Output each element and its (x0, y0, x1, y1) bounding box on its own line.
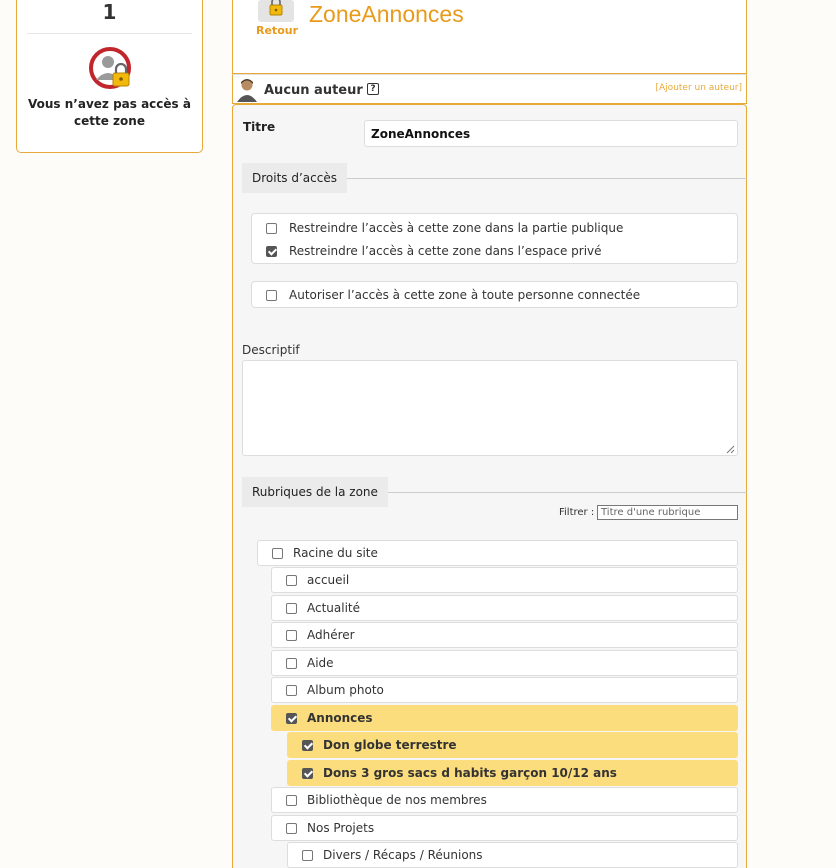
droits-legend: Droits d’accès (242, 163, 347, 193)
option-label: Restreindre l’accès à cette zone dans la… (289, 221, 624, 235)
tree-item[interactable]: Album photo (271, 677, 738, 703)
tree-item-label: accueil (307, 573, 350, 587)
tree-item-selected[interactable]: Don globe terrestre (287, 732, 738, 758)
tree-item-label: Dons 3 gros sacs d habits garçon 10/12 a… (323, 766, 617, 780)
rubriques-legend: Rubriques de la zone (242, 477, 388, 507)
filter-input[interactable]: Titre d'une rubrique (597, 505, 738, 520)
tree-checkbox[interactable] (286, 574, 297, 586)
tree-checkbox[interactable] (286, 602, 297, 614)
tree-item-label: Racine du site (293, 546, 378, 560)
tree-item-label: Don globe terrestre (323, 738, 457, 752)
page-title: ZoneAnnonces (309, 1, 464, 27)
tree-checkbox[interactable] (302, 739, 313, 751)
descriptif-textarea[interactable] (242, 360, 738, 456)
tree-item[interactable]: Adhérer (271, 622, 738, 648)
tree-checkbox[interactable] (286, 822, 297, 834)
tree-item-selected[interactable]: Annonces (271, 705, 738, 731)
tree-item-label: Annonces (307, 711, 373, 725)
descriptif-label: Descriptif (242, 343, 300, 357)
tree-checkbox[interactable] (302, 767, 313, 779)
access-status-panel: 1 Vous n’avez pas accès à cette zone (16, 0, 203, 153)
checkbox-restrict-private[interactable] (266, 245, 277, 257)
checkbox-allow-connected[interactable] (266, 289, 277, 301)
option-restrict-public[interactable]: Restreindre l’accès à cette zone dans la… (266, 221, 623, 235)
tree-item[interactable]: Divers / Récaps / Réunions (287, 842, 738, 868)
tree-checkbox[interactable] (286, 684, 297, 696)
tree-item[interactable]: Bibliothèque de nos membres (271, 787, 738, 813)
zone-edit-form: Titre ZoneAnnonces Droits d’accès Restre… (232, 104, 747, 868)
back-button[interactable] (258, 0, 294, 25)
no-access-lock-icon (89, 47, 131, 89)
access-message: Vous n’avez pas accès à cette zone (28, 97, 191, 128)
lock-icon (258, 0, 294, 22)
tree-item-label: Bibliothèque de nos membres (307, 793, 487, 807)
restriction-options: Restreindre l’accès à cette zone dans la… (251, 213, 738, 264)
option-label: Autoriser l’accès à cette zone à toute p… (289, 288, 641, 302)
tree-item[interactable]: accueil (271, 567, 738, 593)
tree-item-selected[interactable]: Dons 3 gros sacs d habits garçon 10/12 a… (287, 760, 738, 786)
tree-checkbox[interactable] (286, 657, 297, 669)
tree-item-label: Divers / Récaps / Réunions (323, 848, 483, 862)
resize-handle[interactable] (725, 443, 735, 454)
tree-item-label: Adhérer (307, 628, 355, 642)
resize-icon (726, 445, 735, 454)
tree-checkbox[interactable] (302, 849, 313, 861)
option-allow-connected[interactable]: Autoriser l’accès à cette zone à toute p… (266, 288, 640, 302)
zone-count: 1 (102, 0, 117, 24)
checkbox-restrict-public[interactable] (266, 222, 277, 234)
help-icon[interactable]: ? (367, 83, 379, 95)
titre-input[interactable]: ZoneAnnonces (364, 120, 738, 147)
tree-item[interactable]: Racine du site (257, 540, 738, 566)
tree-checkbox[interactable] (272, 547, 283, 559)
author-avatar-icon (237, 79, 257, 102)
tree-item-label: Actualité (307, 601, 361, 615)
tree-item-label: Album photo (307, 683, 384, 697)
tree-item-label: Nos Projets (307, 821, 375, 835)
back-label[interactable]: Retour (256, 24, 298, 37)
divider (27, 33, 192, 34)
tree-checkbox[interactable] (286, 794, 297, 806)
author-label: Aucun auteur (264, 83, 363, 98)
tree-item[interactable]: Nos Projets (271, 815, 738, 841)
tree-checkbox[interactable] (286, 712, 297, 724)
tree-checkbox[interactable] (286, 629, 297, 641)
filter-label: Filtrer : (559, 507, 595, 518)
option-label: Restreindre l’accès à cette zone dans l’… (289, 244, 602, 258)
connected-option-box: Autoriser l’accès à cette zone à toute p… (251, 281, 738, 308)
titre-label: Titre (243, 120, 276, 134)
tree-item-label: Aide (307, 656, 334, 670)
add-author-link[interactable]: [Ajouter un auteur] (656, 83, 742, 93)
tree-item[interactable]: Actualité (271, 595, 738, 621)
tree-item[interactable]: Aide (271, 650, 738, 676)
author-bar: Aucun auteur ? [Ajouter un auteur] (232, 74, 747, 104)
option-restrict-private[interactable]: Restreindre l’accès à cette zone dans l’… (266, 244, 602, 258)
